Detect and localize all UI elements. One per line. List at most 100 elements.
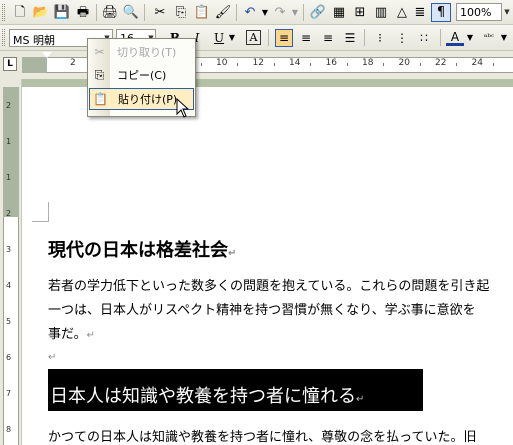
undo-icon[interactable]: ↶: [240, 3, 260, 22]
ruler-number: 12: [252, 58, 264, 68]
drawing-icon[interactable]: △: [392, 3, 412, 22]
paragraph-mark-icon: ↵: [48, 352, 57, 363]
vertical-ruler-number: 5: [6, 317, 12, 326]
numbering-icon[interactable]: ⋮: [393, 29, 411, 47]
ruler-number: 24: [471, 58, 483, 68]
vertical-ruler-number: 2: [6, 209, 12, 218]
hyperlink-icon[interactable]: 🔗: [308, 3, 328, 22]
toolbar-grip[interactable]: [2, 4, 5, 21]
paragraph-mark-icon: ↵: [356, 394, 365, 405]
ruler-tick: [273, 63, 275, 66]
cut-icon[interactable]: ✂: [150, 3, 170, 22]
body-line[interactable]: かつての日本人は知識や教養を持つ者に憧れ、尊敬の念を払っていた。旧: [48, 426, 476, 445]
ruler-tick: [200, 63, 202, 66]
menu-item-label: コピー(C): [117, 69, 167, 82]
show-hide-marks-icon[interactable]: ¶: [431, 3, 451, 22]
redo-icon[interactable]: ↷: [270, 3, 290, 22]
underline-button[interactable]: U: [210, 29, 228, 47]
ruler-tick: [419, 63, 421, 66]
ruler-number: 2: [70, 58, 76, 68]
body-text: 事だ。: [48, 327, 87, 342]
ruler-tick: [346, 63, 348, 66]
body-line[interactable]: 事だ。↵: [48, 323, 95, 342]
paragraph-mark-icon: ↵: [228, 248, 237, 259]
document-title[interactable]: 現代の日本は格差社会↵: [48, 236, 236, 262]
menu-item-label: 切り取り(T): [117, 46, 177, 59]
line-spacing-icon[interactable]: ⁝: [371, 29, 389, 47]
cut-icon: ✂: [94, 45, 105, 59]
first-line-indent-marker[interactable]: [42, 52, 52, 58]
mouse-cursor-icon: [176, 98, 190, 118]
paste-icon[interactable]: 📋: [192, 3, 212, 22]
copy-icon: ⎘: [94, 67, 105, 82]
vertical-ruler-number: 8: [6, 425, 12, 434]
align-right-icon[interactable]: ≡: [319, 29, 337, 47]
underline-dropdown-icon[interactable]: ▼: [228, 29, 236, 46]
phonetic-guide-icon[interactable]: ᵃᵇᶜ: [480, 29, 498, 47]
ruler-number: 10: [216, 58, 228, 68]
phonetic-dropdown-icon[interactable]: ▼: [500, 29, 508, 46]
bullets-icon[interactable]: ∷: [415, 29, 433, 47]
vertical-ruler-number: 7: [6, 389, 12, 398]
vertical-ruler-number: 3: [6, 245, 12, 254]
toolbar-separator: [144, 4, 145, 21]
print-preview-icon[interactable]: 🔍: [121, 3, 141, 22]
vertical-ruler: 2 1 1 2 3 4 5 6 7 8: [0, 79, 22, 445]
redo-dropdown-icon[interactable]: ▼: [291, 4, 299, 21]
insert-table-icon[interactable]: ⊞: [350, 3, 370, 22]
toolbar-grip[interactable]: [2, 29, 5, 46]
margin-corner-mark: [48, 202, 49, 222]
ruler-number: 14: [289, 58, 301, 68]
menu-item-cut[interactable]: ✂ 切り取り(T): [89, 41, 194, 63]
ruler-tick: [456, 63, 457, 66]
font-color-dropdown-icon[interactable]: ▼: [466, 29, 474, 46]
save-icon[interactable]: 💾: [52, 3, 72, 22]
font-color-button[interactable]: A: [446, 30, 464, 46]
toolbar-separator: [268, 29, 269, 46]
open-folder-icon[interactable]: 📂: [31, 3, 51, 22]
selected-heading[interactable]: 日本人は知識や教養を持つ者に憧れる↵: [50, 382, 364, 408]
vertical-ruler-number: 4: [6, 281, 12, 290]
align-center-icon[interactable]: ≡: [297, 29, 315, 47]
new-document-icon[interactable]: 🗋: [10, 3, 30, 22]
ruler-number: 22: [435, 58, 447, 68]
undo-dropdown-icon[interactable]: ▼: [261, 4, 269, 21]
tab-selector[interactable]: L: [3, 57, 17, 71]
ruler-tick: [492, 63, 494, 66]
ruler-number: 20: [398, 58, 410, 68]
horizontal-ruler: L 24681012141618202224: [0, 51, 513, 79]
copy-icon[interactable]: ⎘: [171, 3, 191, 22]
columns-icon[interactable]: ▥: [371, 3, 391, 22]
print-icon[interactable]: 🖨: [100, 3, 120, 22]
formatting-toolbar: MS 明朝 ▼ 16 ▼ B I U ▼ A ≡ ≡ ≡ ☰ ⁝ ⋮ ∷ A ▼…: [0, 25, 513, 51]
zoom-dropdown-icon[interactable]: ▼: [501, 4, 513, 20]
toolbar-separator: [440, 29, 441, 46]
justify-icon[interactable]: ☰: [341, 29, 359, 47]
paste-icon: 📋: [93, 92, 108, 106]
menu-item-copy[interactable]: ⎘ コピー(C): [89, 64, 194, 86]
toolbar-separator: [364, 29, 365, 46]
ruler-tick: [310, 63, 311, 66]
toolbar-separator: [303, 4, 304, 21]
document-page[interactable]: 現代の日本は格差社会↵ 若者の学力低下といった数多くの問題を抱えている。これらの…: [22, 87, 513, 445]
permission-icon[interactable]: 🖶: [73, 3, 93, 22]
standard-toolbar: 🗋 📂 💾 🖶 🖨 🔍 ✂ ⎘ 📋 🖌 ↶ ▼ ↷ ▼ 🔗 ▦ ⊞ ▥ △ ≣ …: [0, 0, 513, 25]
empty-paragraph[interactable]: ↵: [48, 349, 56, 364]
body-line[interactable]: 一つは、日本人がリスペクト精神を持つ習慣が無くなり、学ぶ事に意欲を: [48, 299, 476, 318]
ruler-tick: [237, 63, 238, 66]
vertical-ruler-number: 6: [6, 353, 12, 362]
ruler-number: 16: [325, 58, 337, 68]
margin-corner-mark: [32, 221, 49, 222]
ruler-left-margin: [22, 57, 47, 73]
ruler-number: 18: [362, 58, 374, 68]
tables-borders-icon[interactable]: ▦: [329, 3, 349, 22]
document-map-icon[interactable]: ≣: [410, 3, 430, 22]
zoom-combo[interactable]: 100%: [456, 3, 502, 21]
align-left-icon[interactable]: ≡: [275, 29, 293, 47]
body-line[interactable]: 若者の学力低下といった数多くの問題を抱えている。これらの問題を引き起: [48, 275, 489, 294]
char-border-button[interactable]: A: [246, 30, 261, 45]
vertical-ruler-number: 1: [6, 137, 12, 146]
format-painter-icon[interactable]: 🖌: [213, 3, 233, 22]
selected-heading-text: 日本人は知識や教養を持つ者に憧れる: [50, 386, 356, 407]
title-text: 現代の日本は格差社会: [48, 240, 228, 261]
